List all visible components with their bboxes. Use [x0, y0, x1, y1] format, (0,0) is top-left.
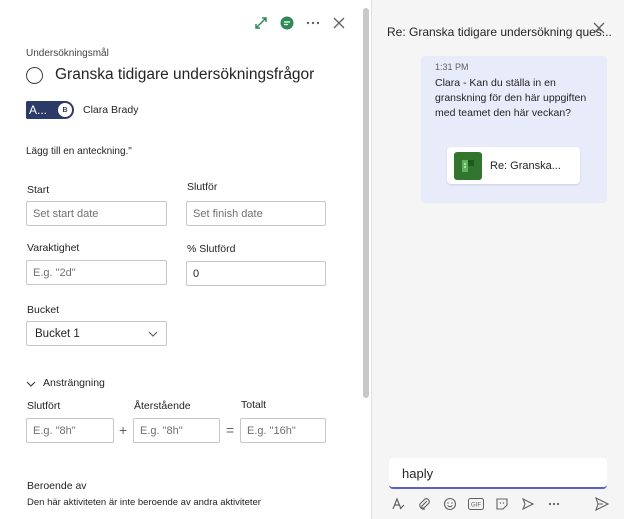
more-icon[interactable]: [545, 495, 563, 513]
plus-sign: +: [119, 422, 128, 438]
format-icon[interactable]: [389, 495, 407, 513]
percent-complete-input[interactable]: 0: [186, 261, 326, 286]
scrollbar[interactable]: [363, 8, 369, 398]
sticker-icon[interactable]: [493, 495, 511, 513]
chevron-down-icon: [26, 374, 36, 392]
bucket-select[interactable]: Bucket 1: [26, 321, 167, 346]
close-icon[interactable]: [326, 12, 352, 34]
compose-input[interactable]: haply: [389, 458, 607, 489]
dependencies-label: Beroende av: [27, 480, 87, 492]
task-card-title: Re: Granska...: [490, 159, 561, 172]
task-title-row: Granska tidigare undersökningsfrågor: [26, 66, 314, 84]
emoji-icon[interactable]: [441, 495, 459, 513]
equals-sign: =: [226, 422, 235, 438]
dependencies-text: Den här aktiviteten är inte beroende av …: [27, 497, 261, 508]
effort-section-toggle[interactable]: Ansträngning: [26, 374, 105, 392]
message-time: 1:31 PM: [435, 62, 469, 72]
close-icon[interactable]: [593, 21, 609, 37]
assignee-name[interactable]: Clara Brady: [83, 104, 138, 116]
task-details-pane: Undersökningsmål Granska tidigare unders…: [0, 0, 372, 519]
gif-icon[interactable]: GIF: [467, 495, 485, 513]
assignee-chip-text: A...: [29, 103, 48, 117]
task-title[interactable]: Granska tidigare undersökningsfrågor: [55, 66, 314, 84]
more-icon[interactable]: [300, 12, 326, 34]
assignee-chip[interactable]: A... B: [26, 101, 74, 119]
effort-total-input[interactable]: E.g. "16h": [240, 418, 326, 443]
chat-icon[interactable]: [274, 12, 300, 34]
effort-remaining-input[interactable]: E.g. "8h": [133, 418, 220, 443]
message-text: Clara - Kan du ställa in en granskning f…: [435, 77, 587, 119]
effort-completed-label: Slutfört: [27, 400, 61, 412]
finish-label: Slutför: [187, 181, 218, 193]
effort-label: Ansträngning: [43, 377, 105, 389]
send-icon[interactable]: [593, 495, 611, 513]
add-note-link[interactable]: Lägg till en anteckning.": [26, 146, 132, 157]
bucket-select-value: Bucket 1: [35, 327, 80, 340]
avatar: B: [58, 103, 72, 117]
finish-date-input[interactable]: Set finish date: [186, 201, 326, 226]
effort-remaining-label: Återstående: [134, 400, 191, 412]
complete-task-checkbox[interactable]: [26, 66, 43, 84]
duration-input[interactable]: E.g. "2d": [26, 260, 167, 285]
chevron-down-icon: [148, 328, 158, 340]
chat-header-title: Re: Granska tidigare undersökning ques..…: [387, 25, 612, 39]
task-toolbar: [248, 12, 352, 34]
chat-pane: Re: Granska tidigare undersökning ques..…: [373, 0, 624, 519]
effort-total-label: Totalt: [241, 399, 267, 411]
percent-complete-label: % Slutförd: [187, 243, 236, 255]
bucket-section-label: Undersökningsmål: [26, 48, 109, 59]
task-card[interactable]: Re: Granska...: [447, 147, 580, 184]
effort-completed-input[interactable]: E.g. "8h": [26, 418, 114, 443]
attach-icon[interactable]: [415, 495, 433, 513]
start-label: Start: [27, 184, 50, 196]
app-window: Undersökningsmål Granska tidigare unders…: [0, 0, 624, 519]
assignees: A... B Clara Brady: [26, 101, 138, 119]
expand-icon[interactable]: [248, 12, 274, 34]
duration-label: Varaktighet: [27, 242, 80, 254]
bucket-label: Bucket: [27, 304, 60, 316]
start-date-input[interactable]: Set start date: [26, 201, 167, 226]
planner-icon: [454, 151, 482, 180]
schedule-icon[interactable]: [519, 495, 537, 513]
compose-toolbar: GIF: [389, 494, 611, 514]
chat-message: 1:31 PM Clara - Kan du ställa in en gran…: [421, 56, 607, 203]
svg-text:GIF: GIF: [471, 503, 481, 509]
